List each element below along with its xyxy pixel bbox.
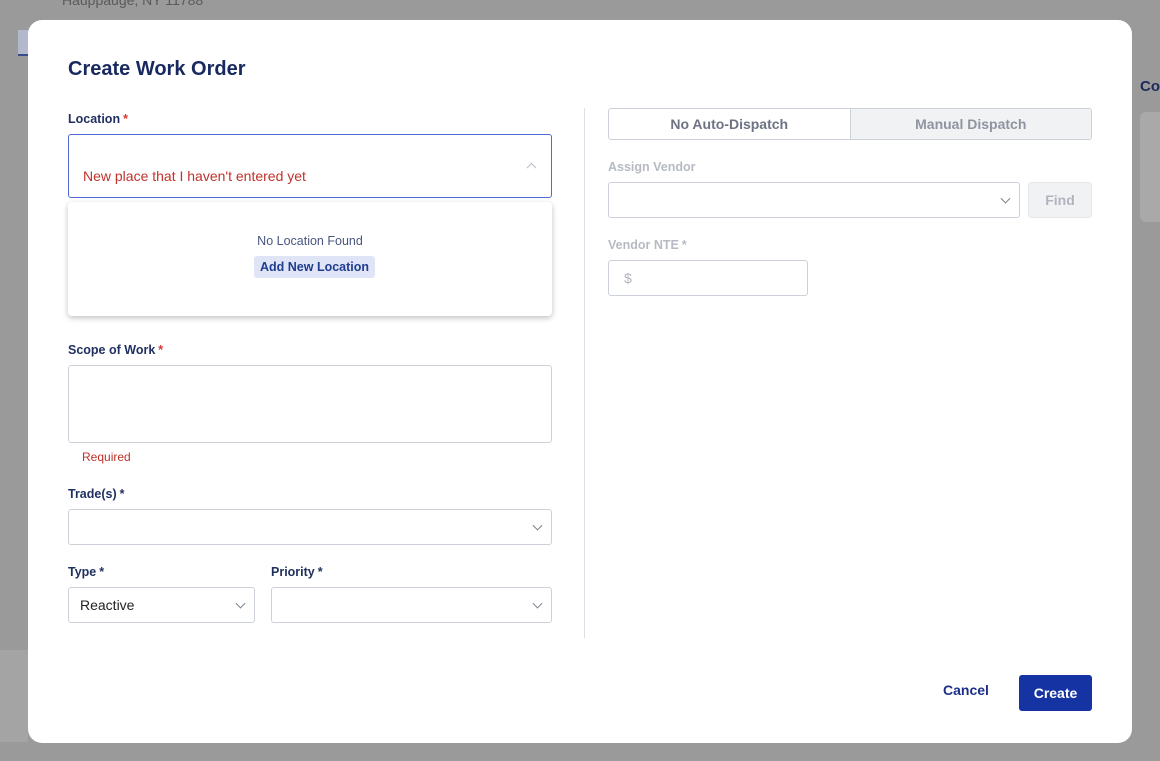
background-heading-fragment: Co [1140,78,1160,95]
no-location-message: No Location Found [257,234,363,248]
add-new-location-button[interactable]: Add New Location [254,256,376,278]
column-divider [584,108,585,638]
background-panel [0,650,28,742]
background-card [1140,112,1160,222]
location-dropdown: No Location Found Add New Location [68,202,552,316]
vendor-nte-input[interactable]: $ [608,260,808,296]
priority-label-text: Priority [271,565,315,579]
trades-select[interactable] [68,509,552,545]
location-label-text: Location [68,112,121,126]
scope-error-message: Required [82,450,131,464]
chevron-down-icon [1000,193,1011,204]
vendor-nte-label-text: Vendor NTE [608,238,679,252]
type-label: Type * [68,565,104,579]
no-auto-dispatch-option[interactable]: No Auto-Dispatch [609,109,850,139]
dispatch-toggle: No Auto-Dispatch Manual Dispatch [608,108,1092,140]
location-search-value: New place that I haven't entered yet [83,168,306,184]
dollar-prefix: $ [624,270,632,286]
scope-label-text: Scope of Work [68,343,156,357]
find-vendor-button[interactable]: Find [1028,182,1092,218]
create-work-order-modal: Create Work Order Location * New place th… [28,20,1132,743]
chevron-down-icon [532,520,543,531]
trades-label-text: Trade(s) [68,487,117,501]
type-select[interactable]: Reactive [68,587,255,623]
priority-label: Priority * [271,565,323,579]
required-mark: * [119,487,125,501]
type-value: Reactive [80,597,135,613]
cancel-button[interactable]: Cancel [934,682,998,704]
chevron-down-icon [532,598,543,609]
chevron-up-icon[interactable] [526,162,537,173]
priority-select[interactable] [271,587,552,623]
required-mark: * [99,565,105,579]
manual-dispatch-option[interactable]: Manual Dispatch [849,109,1091,139]
required-mark: * [317,565,323,579]
required-mark: * [158,343,164,357]
location-select[interactable]: New place that I haven't entered yet [68,134,552,198]
background-address: Hauppauge, NY 11788 [62,0,204,8]
create-button[interactable]: Create [1019,675,1092,711]
vendor-nte-label: Vendor NTE * [608,238,687,252]
trades-label: Trade(s) * [68,487,125,501]
scope-textarea[interactable] [68,365,552,443]
type-label-text: Type [68,565,97,579]
modal-title: Create Work Order [68,58,246,80]
scope-label: Scope of Work * [68,343,163,357]
required-mark: * [681,238,687,252]
chevron-down-icon [235,598,246,609]
required-mark: * [123,112,128,126]
assign-vendor-select[interactable] [608,182,1020,218]
assign-vendor-label: Assign Vendor [608,160,696,174]
location-label: Location * [68,112,128,126]
